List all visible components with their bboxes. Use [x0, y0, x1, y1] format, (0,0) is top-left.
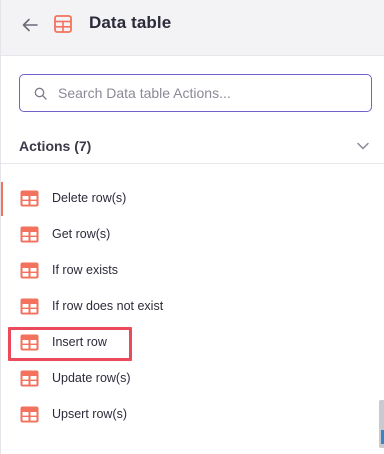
action-item[interactable]: Delete row(s) — [1, 182, 384, 216]
action-item[interactable]: If row does not exist — [1, 290, 384, 324]
action-item-label: Update row(s) — [52, 371, 131, 385]
arrow-left-icon — [22, 18, 38, 32]
data-table-icon — [20, 190, 39, 207]
data-table-icon — [20, 370, 39, 387]
data-table-icon — [20, 298, 39, 315]
actions-section-title: Actions (7) — [19, 138, 92, 154]
panel-title: Data table — [89, 13, 172, 32]
action-item-label: Get row(s) — [52, 227, 111, 241]
chevron-down-icon[interactable] — [356, 141, 370, 151]
data-table-icon — [20, 334, 39, 351]
action-item[interactable]: If row exists — [1, 254, 384, 288]
actions-section-header[interactable]: Actions (7) — [1, 128, 384, 164]
search-icon — [34, 87, 47, 100]
action-item[interactable]: Upsert row(s) — [1, 398, 384, 432]
back-button[interactable] — [19, 14, 41, 36]
data-table-icon — [54, 15, 72, 33]
actions-panel: Data table Actions (7) Delete row(s) Get … — [0, 0, 384, 454]
data-table-icon — [20, 406, 39, 423]
data-table-icon — [20, 226, 39, 243]
search-box[interactable] — [19, 74, 372, 112]
action-item-label: Upsert row(s) — [52, 407, 128, 421]
panel-header: Data table — [1, 0, 384, 56]
action-item-label: If row exists — [52, 263, 118, 277]
action-item[interactable]: Get row(s) — [1, 218, 384, 252]
action-item[interactable]: Insert row — [1, 326, 384, 360]
action-item-label: Delete row(s) — [52, 191, 127, 205]
action-item-label: If row does not exist — [52, 299, 164, 313]
action-item-label: Insert row — [52, 335, 107, 349]
search-input[interactable] — [58, 75, 363, 110]
data-table-icon — [20, 262, 39, 279]
action-item[interactable]: Update row(s) — [1, 362, 384, 396]
